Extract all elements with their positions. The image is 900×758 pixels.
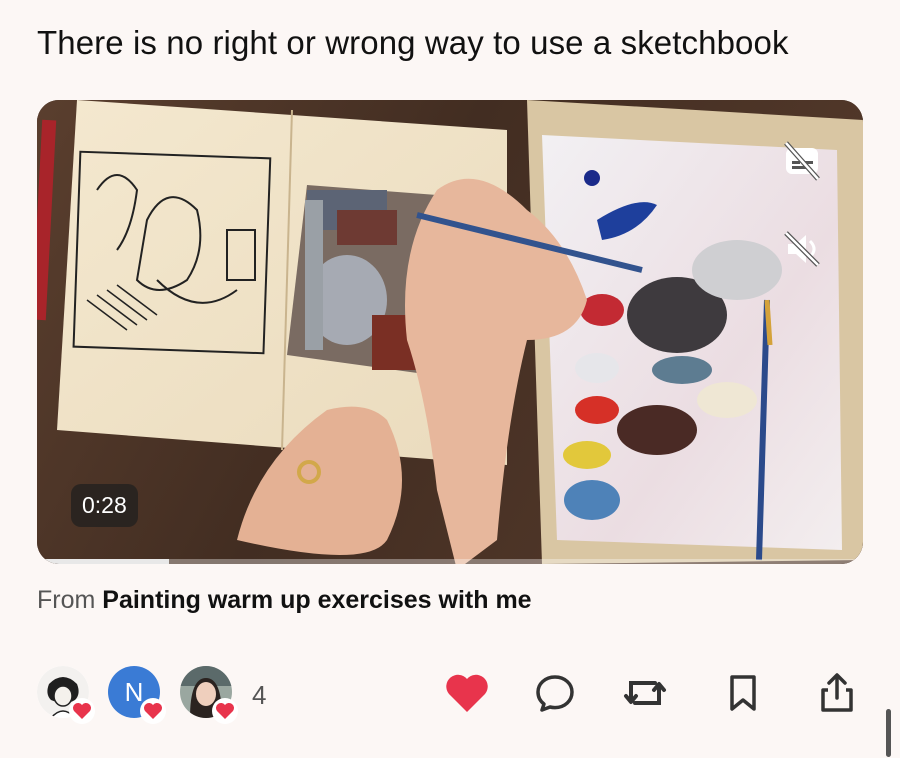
avatar[interactable] — [180, 666, 238, 724]
avatar-initial: N — [124, 676, 144, 707]
heart-badge — [140, 698, 166, 724]
heart-badge — [69, 698, 95, 724]
reaction-count[interactable]: 4 — [252, 680, 266, 711]
source-prefix: From — [37, 586, 96, 614]
video-frame — [37, 100, 863, 564]
heart-icon — [216, 703, 234, 719]
heart-filled-icon — [446, 674, 488, 712]
save-button[interactable] — [718, 668, 768, 718]
like-button[interactable] — [442, 668, 492, 718]
captions-toggle-button[interactable] — [777, 136, 827, 186]
repost-button[interactable] — [620, 668, 670, 718]
video-player[interactable]: 0:28 — [37, 100, 863, 564]
captions-off-icon — [784, 141, 820, 181]
scrollbar[interactable] — [886, 709, 891, 757]
post-title: There is no right or wrong way to use a … — [37, 24, 789, 61]
volume-muted-icon — [784, 231, 820, 267]
heart-icon — [73, 703, 91, 719]
comment-icon — [536, 675, 574, 712]
video-progress-bar[interactable] — [37, 559, 863, 564]
source-line: From Painting warm up exercises with me — [37, 586, 532, 615]
bookmark-icon — [730, 675, 756, 711]
heart-badge — [212, 698, 238, 724]
share-icon — [821, 673, 853, 712]
share-button[interactable] — [812, 668, 862, 718]
avatar[interactable] — [37, 666, 95, 724]
repost-icon — [624, 681, 666, 705]
avatar[interactable]: N — [108, 666, 166, 724]
mute-toggle-button[interactable] — [777, 224, 827, 274]
source-collection-link[interactable]: Painting warm up exercises with me — [102, 586, 531, 614]
video-progress-fill — [37, 559, 170, 564]
video-duration: 0:28 — [71, 484, 138, 527]
heart-icon — [144, 703, 162, 719]
comment-button[interactable] — [530, 668, 580, 718]
